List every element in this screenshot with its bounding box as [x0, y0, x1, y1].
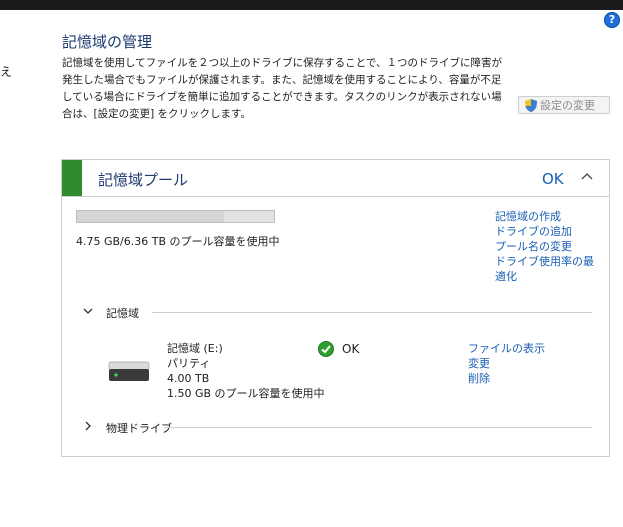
pool-usage-fill	[77, 211, 225, 222]
page-title: 記憶域の管理	[62, 33, 153, 51]
pool-task-links: 記憶域の作成 ドライブの追加 プール名の変更 ドライブ使用率の最適化	[495, 209, 595, 284]
chevron-up-icon[interactable]	[580, 169, 594, 183]
storage-space-info: 記憶域 (E:) パリティ 4.00 TB 1.50 GB のプール容量を使用中	[167, 341, 325, 401]
ok-check-icon	[318, 341, 334, 357]
create-space-link[interactable]: 記憶域の作成	[495, 209, 595, 224]
pool-usage-bar	[76, 210, 275, 223]
change-settings-button[interactable]: 設定の変更	[518, 96, 610, 114]
storage-spaces-label: 記憶域	[106, 307, 139, 320]
space-task-links: ファイルの表示 変更 削除	[468, 341, 545, 386]
section-divider	[164, 427, 592, 428]
space-resiliency: パリティ	[167, 357, 211, 370]
storage-pool-panel: 記憶域プール OK 4.75 GB/6.36 TB のプール容量を使用中 記憶域…	[61, 159, 610, 457]
pool-status: OK	[542, 170, 564, 188]
uac-shield-icon	[525, 98, 537, 112]
physical-drives-label: 物理ドライブ	[106, 422, 172, 435]
left-pane-text-fragment: え	[0, 65, 13, 79]
chevron-down-icon[interactable]	[82, 305, 94, 317]
storage-spaces-section-header[interactable]: 記憶域	[82, 305, 592, 321]
delete-space-link[interactable]: 削除	[468, 371, 545, 386]
pool-title: 記憶域プール	[98, 171, 189, 189]
view-files-link[interactable]: ファイルの表示	[468, 341, 545, 356]
change-space-link[interactable]: 変更	[468, 356, 545, 371]
space-usage: 1.50 GB のプール容量を使用中	[167, 387, 325, 400]
pool-header[interactable]: 記憶域プール OK	[62, 160, 609, 197]
add-drives-link[interactable]: ドライブの追加	[495, 224, 595, 239]
chevron-right-icon[interactable]	[82, 420, 94, 432]
space-status: OK	[318, 341, 359, 357]
pool-status-color-bar	[62, 160, 82, 196]
space-name: 記憶域 (E:)	[167, 342, 223, 355]
rename-pool-link[interactable]: プール名の変更	[495, 239, 595, 254]
help-icon[interactable]: ?	[604, 12, 620, 28]
physical-drives-section-header[interactable]: 物理ドライブ	[82, 420, 592, 436]
change-settings-label: 設定の変更	[540, 99, 595, 112]
window-top-bar	[0, 0, 623, 10]
pool-usage-text: 4.75 GB/6.36 TB のプール容量を使用中	[76, 235, 280, 248]
space-size: 4.00 TB	[167, 372, 210, 385]
optimize-drive-usage-link[interactable]: ドライブ使用率の最適化	[495, 254, 595, 284]
space-status-text: OK	[342, 342, 360, 356]
hard-drive-icon	[108, 361, 150, 381]
section-divider	[152, 312, 592, 313]
page-description: 記憶域を使用してファイルを２つ以上のドライブに保存することで、１つのドライブに障…	[62, 57, 502, 120]
